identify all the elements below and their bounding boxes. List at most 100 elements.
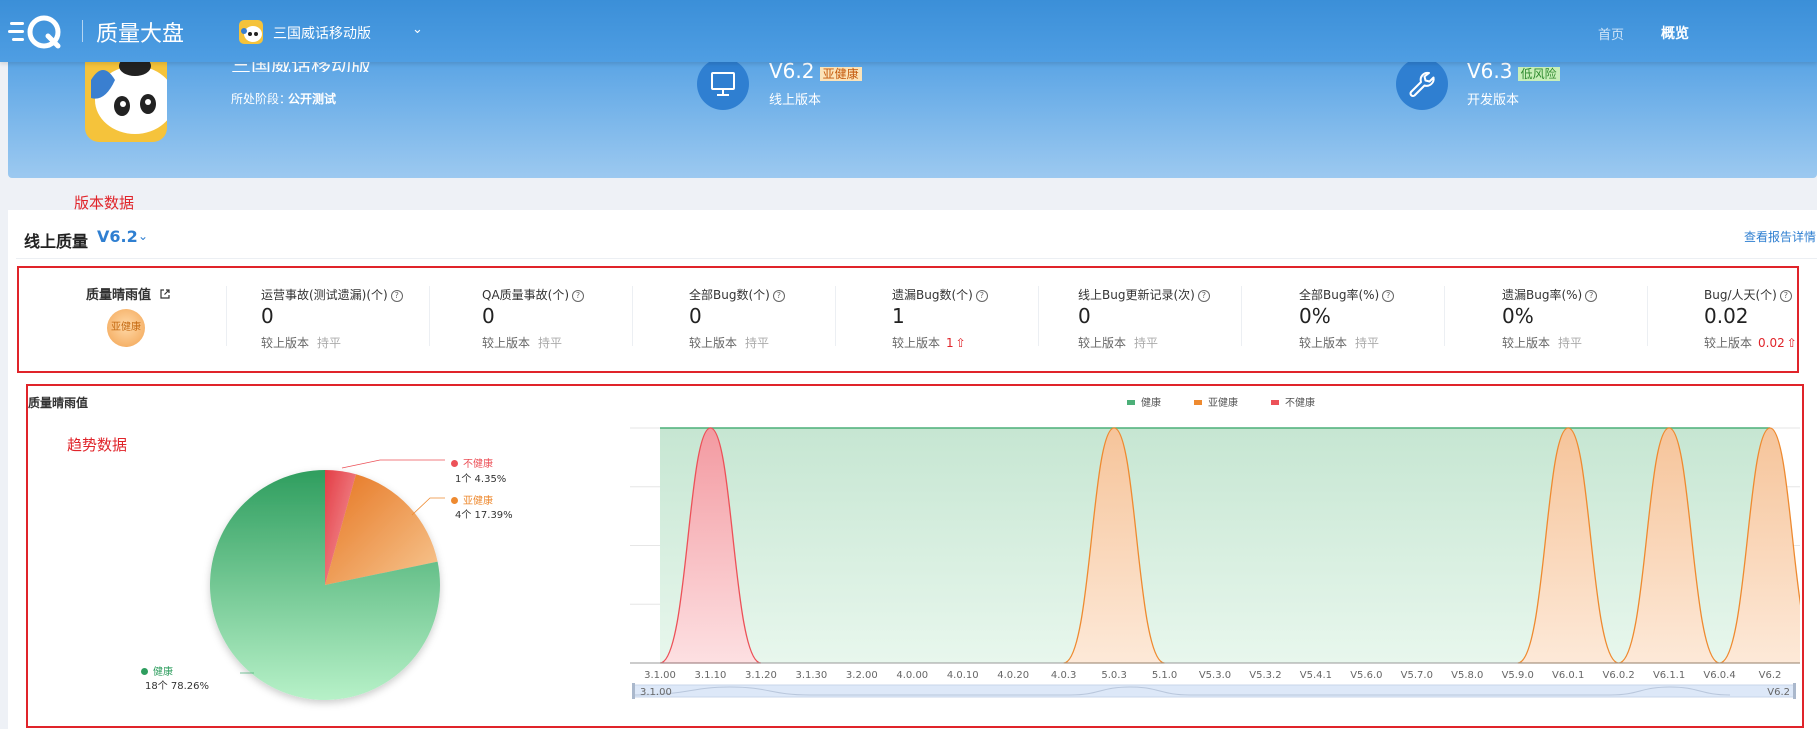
x-tick-label: V5.7.0 bbox=[1401, 670, 1433, 681]
legend-swatch bbox=[1127, 400, 1135, 405]
compare-status: 持平 bbox=[1558, 336, 1583, 350]
nav-overview[interactable]: 概览 bbox=[1661, 23, 1689, 43]
legend-swatch bbox=[1194, 400, 1202, 405]
logo-icon[interactable] bbox=[8, 12, 68, 52]
stage-value: 公开测试 bbox=[288, 92, 337, 106]
pie-label-unhealthy-value: 1个 4.35% bbox=[455, 474, 507, 485]
x-tick-label: V5.9.0 bbox=[1502, 670, 1534, 681]
trend-data-annotation: 趋势数据 bbox=[67, 436, 128, 454]
arrow-up-icon: ⇧ bbox=[1786, 336, 1797, 350]
help-icon[interactable]: ? bbox=[1197, 290, 1210, 302]
x-tick-label: V6.0.2 bbox=[1602, 670, 1634, 681]
legend-subhealthy[interactable]: 亚健康 bbox=[1194, 394, 1238, 409]
metric-value: 0 bbox=[482, 304, 495, 328]
help-icon[interactable]: ? bbox=[390, 290, 403, 302]
metric-label-text: 全部Bug率(%) bbox=[1299, 288, 1380, 302]
compare-status: 1 bbox=[946, 336, 954, 350]
metric-value: 0 bbox=[261, 304, 274, 328]
x-tick-label: V6.2 bbox=[1759, 670, 1782, 681]
x-tick-label: V5.4.1 bbox=[1300, 670, 1332, 681]
legend-unhealthy[interactable]: 不健康 bbox=[1271, 394, 1315, 409]
compare-label: 较上版本 bbox=[892, 336, 941, 350]
metric-label: 线上Bug更新记录(次)? bbox=[1078, 286, 1210, 303]
pie-label-unhealthy: 不健康 bbox=[451, 455, 493, 470]
slider-start-label: 3.1.00 bbox=[640, 687, 672, 698]
legend-healthy[interactable]: 健康 bbox=[1127, 394, 1161, 409]
app-logo-text[interactable]: 质量大盘 bbox=[96, 16, 184, 48]
x-tick-label: V5.3.2 bbox=[1249, 670, 1281, 681]
chevron-down-icon[interactable]: ⌄ bbox=[138, 229, 148, 243]
legend-swatch bbox=[1271, 400, 1279, 405]
legend-label: 健康 bbox=[1141, 398, 1161, 409]
chevron-down-icon[interactable]: ⌄ bbox=[412, 22, 423, 37]
dev-version-label: 开发版本 bbox=[1467, 93, 1520, 108]
project-avatar[interactable] bbox=[239, 20, 263, 44]
area-series bbox=[659, 427, 1800, 664]
help-icon[interactable]: ? bbox=[1779, 290, 1792, 302]
metric-value: 0.02 bbox=[1704, 304, 1749, 328]
metric-compare: 较上版本 0.02 ⇧ bbox=[1704, 334, 1797, 351]
divider bbox=[226, 286, 227, 346]
x-tick-label: 3.1.20 bbox=[745, 670, 777, 681]
zoom-slider[interactable]: 3.1.00 V6.2 bbox=[632, 683, 1796, 699]
logo-divider bbox=[82, 20, 83, 42]
metric-label-text: 运营事故(测试遗漏)(个) bbox=[261, 288, 388, 302]
compare-status: 持平 bbox=[538, 336, 563, 350]
online-version-header: V6.2 亚健康 bbox=[769, 60, 862, 82]
trend-title: 质量晴雨值 bbox=[28, 396, 89, 410]
metric-value: 0 bbox=[1078, 304, 1091, 328]
divider bbox=[1444, 286, 1445, 346]
compare-status: 持平 bbox=[1134, 336, 1159, 350]
x-tick-label: 4.0.3 bbox=[1051, 670, 1076, 681]
compare-label: 较上版本 bbox=[1704, 336, 1753, 350]
nav-home[interactable]: 首页 bbox=[1598, 24, 1624, 43]
trend-area-chart: 3.1.00 3.1.10 3.1.20 3.1.30 3.2.00 4.0.00 4.0.… bbox=[630, 427, 1800, 699]
wrench-icon bbox=[1396, 58, 1448, 110]
help-icon[interactable]: ? bbox=[772, 290, 785, 302]
divider bbox=[1241, 286, 1242, 346]
view-report-link[interactable]: 查看报告详情 › bbox=[1744, 228, 1817, 245]
metric-value: 0 bbox=[689, 304, 702, 328]
metric-label: Bug/人天(个)? bbox=[1704, 286, 1792, 303]
unhealthy-leader-line bbox=[341, 459, 445, 469]
compare-status: 持平 bbox=[317, 336, 342, 350]
metric-value: 0% bbox=[1502, 304, 1534, 328]
help-icon[interactable]: ? bbox=[1382, 290, 1395, 302]
compare-status: 持平 bbox=[745, 336, 770, 350]
help-icon[interactable]: ? bbox=[1585, 290, 1598, 302]
quality-version-selector[interactable]: V6.2 bbox=[97, 227, 138, 246]
metric-compare: 较上版本 持平 bbox=[1078, 334, 1158, 351]
online-version-status-tag: 亚健康 bbox=[819, 67, 862, 81]
x-tick-label: V6.0.1 bbox=[1552, 670, 1584, 681]
help-icon[interactable]: ? bbox=[975, 290, 988, 302]
slider-handle-left[interactable] bbox=[632, 683, 635, 699]
x-tick-label: 3.2.00 bbox=[846, 670, 878, 681]
slider-handle-right[interactable] bbox=[1793, 683, 1796, 699]
metric-label: 遗漏Bug数(个)? bbox=[892, 286, 988, 303]
pie-leader-lines bbox=[240, 459, 445, 674]
metric-label: 全部Bug率(%)? bbox=[1299, 286, 1395, 303]
legend-label: 不健康 bbox=[1285, 398, 1315, 409]
project-selector[interactable]: 三国威话移动版 bbox=[273, 23, 371, 43]
legend-label: 亚健康 bbox=[1208, 398, 1238, 409]
pie-label-subhealthy: 亚健康 bbox=[451, 492, 493, 507]
metric-label-text: 遗漏Bug率(%) bbox=[1502, 288, 1583, 302]
x-tick-label: 5.1.0 bbox=[1152, 670, 1177, 681]
divider bbox=[1038, 286, 1039, 346]
dev-version-header: V6.3 低风险 bbox=[1467, 60, 1560, 82]
external-link-icon[interactable] bbox=[159, 289, 170, 302]
help-icon[interactable]: ? bbox=[572, 290, 585, 302]
metric-compare: 较上版本 持平 bbox=[482, 334, 562, 351]
divider bbox=[429, 286, 430, 346]
panda-avatar-icon bbox=[241, 26, 262, 42]
pie-label-subhealthy-value: 4个 17.39% bbox=[455, 510, 513, 521]
compare-label: 较上版本 bbox=[261, 336, 310, 350]
metric-compare: 较上版本 1 ⇧ bbox=[892, 334, 966, 351]
pie-label-healthy: 健康 bbox=[141, 663, 173, 678]
stage-label: 所处阶段： bbox=[231, 92, 292, 106]
online-version-label: 线上版本 bbox=[769, 93, 822, 108]
weather-label: 质量晴雨值 bbox=[86, 284, 170, 303]
weather-metric: 质量晴雨值 亚健康 bbox=[19, 268, 219, 371]
metrics-row: 质量晴雨值 亚健康 运营事故(测试遗漏)(个)? 0 较上版本 持平 QA质量事故… bbox=[17, 266, 1799, 373]
metric-label-text: QA质量事故(个) bbox=[482, 288, 570, 302]
